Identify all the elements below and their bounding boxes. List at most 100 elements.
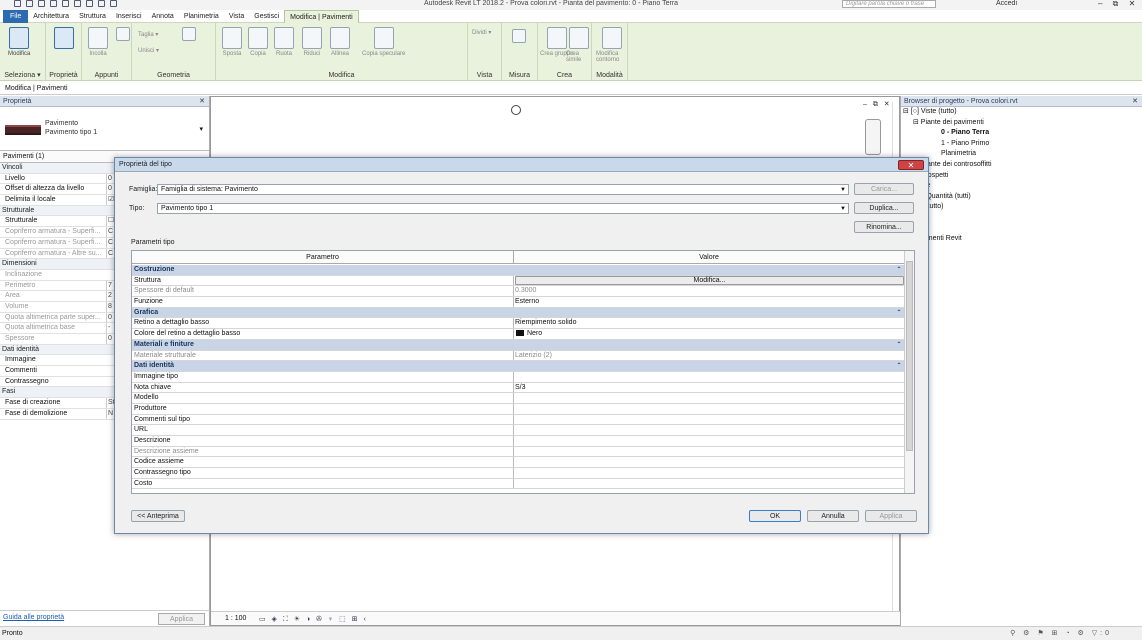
open-icon[interactable] [14, 0, 21, 7]
tree-item[interactable]: Famiglie [901, 213, 1142, 224]
parameter-value[interactable] [514, 404, 904, 414]
move-button[interactable]: Sposta [222, 27, 242, 57]
parameter-value[interactable]: Nero [514, 329, 904, 339]
collapse-icon[interactable]: ⌃ [894, 265, 904, 275]
grid-row[interactable]: Contrassegno tipo [132, 468, 904, 479]
grid-section[interactable]: Dati identità ⌃ [132, 361, 904, 372]
undo-icon[interactable] [38, 0, 45, 7]
grid-row[interactable]: Codice assieme [132, 457, 904, 469]
properties-row[interactable]: Livello 0 [0, 173, 118, 185]
3d-view-icon[interactable] [98, 0, 105, 7]
tree-item[interactable]: Tavole (tutto) [901, 202, 1142, 213]
dialog-apply-button[interactable]: Applica [865, 510, 917, 522]
cancel-button[interactable]: Annulla [807, 510, 859, 522]
properties-row[interactable]: Spessore 0 [0, 334, 118, 345]
parameter-value[interactable]: Modifica... [514, 275, 904, 286]
grid-section[interactable]: Costruzione ⌃ [132, 265, 904, 276]
text-icon[interactable] [86, 0, 93, 7]
menu-tab-6[interactable]: Vista [224, 10, 249, 23]
column-header-value[interactable]: Valore [514, 251, 904, 263]
duplicate-button[interactable]: Duplica... [854, 202, 914, 214]
copy-button[interactable]: Copia [248, 27, 268, 57]
collapse-icon[interactable]: ⌃ [894, 361, 904, 371]
grid-row[interactable]: Materiale strutturale Laterizio (2) [132, 350, 904, 362]
properties-row[interactable]: Copriferro armatura - Superfi... C [0, 227, 118, 238]
parameter-value[interactable]: Laterizio (2) [514, 351, 904, 361]
collapse-icon[interactable]: ⌃ [894, 340, 904, 350]
print-icon[interactable] [62, 0, 69, 7]
grid-row[interactable]: Funzione Esterno [132, 297, 904, 308]
status-icons[interactable]: ⚲ ⚙ ⚑ ⊞ ◔ ⚙ ▽:0 [1010, 627, 1112, 641]
properties-row[interactable]: Commenti [0, 366, 118, 377]
properties-row[interactable]: Quota altimetrica parte super... 0 [0, 312, 118, 324]
tree-item[interactable]: ⊟ [○] Viste (tutto) [901, 107, 1142, 118]
load-button[interactable]: Carica... [854, 183, 914, 195]
properties-row[interactable]: Immagine [0, 355, 118, 367]
grid-row[interactable]: Descrizione assieme [132, 446, 904, 458]
properties-help-link[interactable]: Guida alle proprietà [3, 614, 64, 621]
properties-apply-button[interactable]: Applica [158, 613, 205, 625]
properties-row[interactable]: Contrassegno [0, 377, 118, 388]
parameter-value[interactable]: Riempimento solido [514, 318, 904, 328]
close-icon[interactable]: ✕ [199, 96, 205, 107]
ribbon-group-label[interactable]: Seleziona ▾ [0, 71, 45, 79]
grid-row[interactable]: Immagine tipo [132, 371, 904, 383]
rotate-button[interactable]: Ruota [274, 27, 294, 57]
chevron-down-icon[interactable]: ▾ [199, 125, 203, 133]
view-window-controls[interactable]: – ⧉ ✕ [863, 100, 892, 109]
measure-button[interactable] [512, 29, 526, 45]
grid-section[interactable]: Materiali e finiture ⌃ [132, 339, 904, 351]
edit-structure-button[interactable]: Modifica... [515, 275, 904, 285]
cut-geometry-button[interactable]: Taglia ▾ [138, 31, 158, 38]
grid-scrollbar[interactable] [904, 251, 914, 493]
properties-row[interactable]: Fase di creazione St [0, 398, 118, 409]
paste-button[interactable]: Incolla [88, 27, 108, 57]
grid-row[interactable]: Struttura Modifica... [132, 275, 904, 287]
parameter-value[interactable] [514, 436, 904, 446]
menu-tab-2[interactable]: Struttura [74, 10, 111, 23]
properties-row[interactable]: Inclinazione [0, 270, 118, 281]
tree-item[interactable]: Abachi/Quantità (tutti) [901, 192, 1142, 203]
menu-tab-8[interactable]: Modifica | Pavimenti [284, 9, 359, 23]
grid-row[interactable]: Nota chiave S/3 [132, 382, 904, 394]
split-button[interactable]: Dividi ▾ [472, 29, 491, 36]
tree-item[interactable]: 0 - Piano Terra [901, 128, 1142, 139]
save-icon[interactable] [26, 0, 33, 7]
grid-row[interactable]: Retino a dettaglio basso Riempimento soli… [132, 318, 904, 330]
dialog-close-button[interactable]: ✕ [898, 160, 924, 170]
parameter-value[interactable]: S/3 [514, 383, 904, 393]
parameter-value[interactable] [514, 468, 904, 478]
menu-tab-3[interactable]: Inserisci [111, 10, 147, 23]
close-icon[interactable]: ✕ [1132, 96, 1138, 107]
collapse-icon[interactable]: ⌃ [894, 308, 904, 318]
modify-button[interactable]: Modifica [8, 27, 30, 57]
type-selector[interactable]: Pavimento Pavimento tipo 1 ▾ [0, 107, 209, 151]
preview-button[interactable]: << Anteprima [131, 510, 185, 522]
close-views-icon[interactable] [110, 0, 117, 7]
grid-row[interactable]: Costo [132, 478, 904, 490]
grid-row[interactable]: URL [132, 425, 904, 436]
search-input[interactable]: Digitare parola chiave o frase [842, 0, 936, 8]
parameter-value[interactable] [514, 415, 904, 425]
parameter-value[interactable] [514, 479, 904, 489]
properties-row[interactable]: Copriferro armatura - Superfi... C [0, 237, 118, 249]
properties-row[interactable]: Quota altimetrica base - [0, 323, 118, 334]
grid-row[interactable]: Spessore di default 0.3000 [132, 286, 904, 298]
grid-row[interactable]: Descrizione [132, 436, 904, 447]
parameter-value[interactable] [514, 457, 904, 467]
tree-item[interactable]: Legende [901, 181, 1142, 192]
parameter-value[interactable] [514, 425, 904, 435]
properties-row[interactable]: Fase di demolizione N [0, 408, 118, 420]
properties-row[interactable]: Copriferro armatura - Altre su... C [0, 248, 118, 260]
type-select[interactable]: Pavimento tipo 1 ▼ [157, 203, 849, 214]
properties-row[interactable]: Delimita il locale ☑ [0, 195, 118, 206]
grid-row[interactable]: Commenti sul tipo [132, 414, 904, 426]
grid-row[interactable]: Produttore [132, 403, 904, 415]
parameter-value[interactable]: Esterno [514, 297, 904, 307]
properties-row[interactable]: Offset di altezza da livello 0 [0, 184, 118, 196]
properties-row[interactable]: Area 2 [0, 291, 118, 302]
tree-item[interactable]: ⊞ Piante dei controsoffitti [901, 160, 1142, 171]
tree-item[interactable]: Gruppi [901, 224, 1142, 235]
family-select[interactable]: Famiglia di sistema: Pavimento ▼ [157, 184, 849, 195]
grid-section[interactable]: Grafica ⌃ [132, 307, 904, 319]
